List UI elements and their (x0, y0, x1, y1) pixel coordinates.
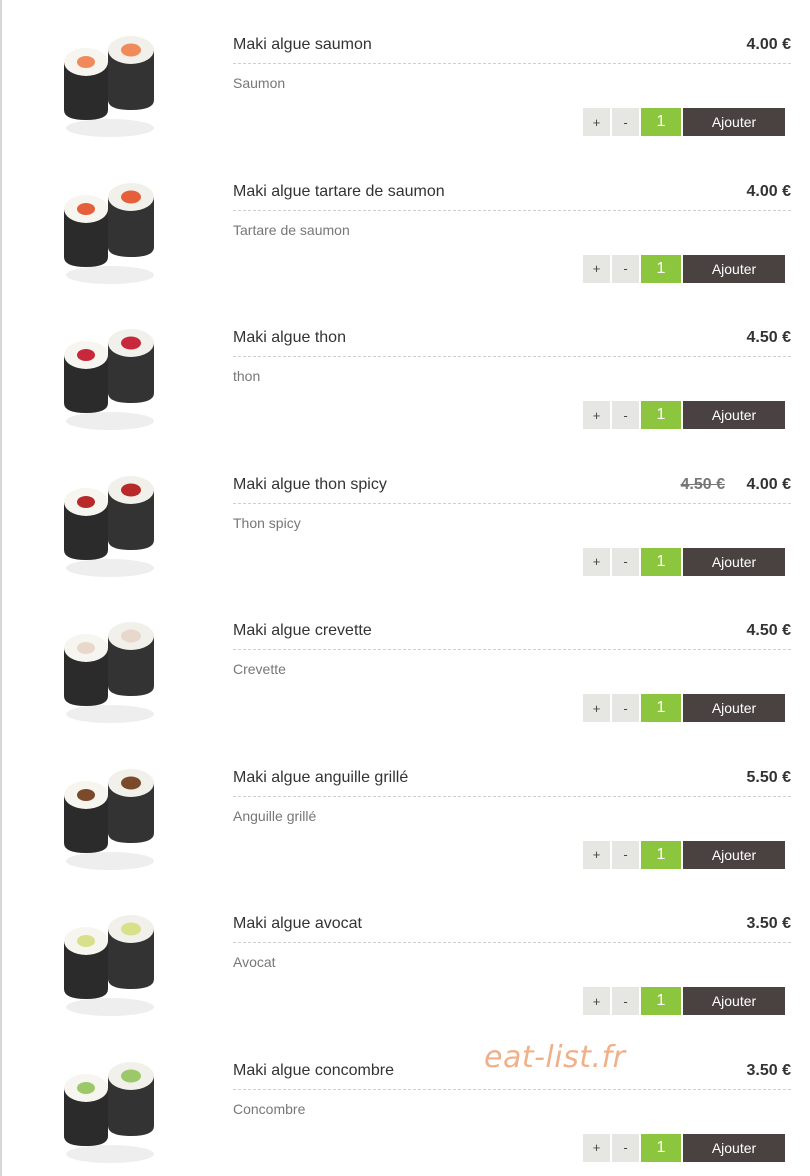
decrement-button[interactable]: - (612, 547, 639, 576)
item-name: Maki algue crevette (233, 622, 372, 639)
maki-image (58, 468, 162, 580)
quantity-controls: + - 1 Ajouter (583, 694, 785, 722)
item-description: Anguille grillé (233, 807, 317, 824)
item-description: Crevette (233, 661, 286, 677)
item-name: Maki algue saumon (233, 36, 372, 53)
quantity-controls: + - 1 Ajouter (583, 108, 785, 136)
quantity-controls: + - 1 Ajouter (583, 401, 785, 429)
quantity-field[interactable]: 1 (641, 401, 681, 429)
item-price: 4.00 € (746, 36, 791, 53)
decrement-button[interactable]: - (612, 987, 639, 1015)
add-to-cart-button[interactable]: Ajouter (683, 254, 785, 283)
quantity-controls: + - 1 Ajouter (583, 840, 785, 869)
item-price: 3.50 € (746, 1061, 791, 1079)
increment-button[interactable]: + (583, 108, 610, 136)
decrement-button[interactable]: - (612, 401, 639, 429)
add-to-cart-button[interactable]: Ajouter (683, 1133, 785, 1162)
divider (233, 356, 791, 357)
item-price: 4.00 € (746, 182, 791, 200)
divider (233, 942, 791, 943)
quantity-field[interactable]: 1 (641, 1133, 681, 1162)
item-price: 3.50 € (746, 915, 791, 932)
item-price: 5.50 € (746, 768, 791, 786)
item-name: Maki algue concombre (233, 1061, 394, 1079)
quantity-field[interactable]: 1 (641, 108, 681, 136)
item-price: 4.00 € (746, 475, 791, 493)
divider (233, 502, 791, 504)
quantity-field[interactable]: 1 (641, 840, 681, 869)
increment-button[interactable]: + (583, 401, 610, 429)
divider (233, 1088, 791, 1090)
decrement-button[interactable]: - (612, 254, 639, 283)
watermark: eat-list.fr (484, 1040, 626, 1075)
add-to-cart-button[interactable]: Ajouter (683, 694, 785, 722)
quantity-controls: + - 1 Ajouter (583, 547, 785, 576)
divider (233, 63, 791, 64)
maki-image (58, 761, 162, 873)
add-to-cart-button[interactable]: Ajouter (683, 108, 785, 136)
add-to-cart-button[interactable]: Ajouter (683, 547, 785, 576)
maki-image (58, 1054, 162, 1166)
add-to-cart-button[interactable]: Ajouter (683, 840, 785, 869)
decrement-button[interactable]: - (612, 108, 639, 136)
item-price: 4.50 € (746, 622, 791, 639)
divider (233, 795, 791, 797)
item-description: Avocat (233, 954, 276, 970)
menu-item: Maki algue concombre 3.50 € Concombre + … (0, 1026, 810, 1173)
decrement-button[interactable]: - (612, 840, 639, 869)
item-name: Maki algue thon spicy (233, 475, 387, 493)
menu-list: Maki algue saumon 4.00 € Saumon + - 1 Aj… (0, 0, 810, 1172)
old-price: 4.50 € (680, 475, 725, 493)
quantity-field[interactable]: 1 (641, 547, 681, 576)
quantity-controls: + - 1 Ajouter (583, 254, 785, 283)
menu-item: Maki algue saumon 4.00 € Saumon + - 1 Aj… (0, 0, 810, 147)
item-description: Thon spicy (233, 514, 301, 531)
add-to-cart-button[interactable]: Ajouter (683, 401, 785, 429)
add-to-cart-button[interactable]: Ajouter (683, 987, 785, 1015)
decrement-button[interactable]: - (612, 1133, 639, 1162)
menu-item: Maki algue avocat 3.50 € Avocat + - 1 Aj… (0, 879, 810, 1026)
maki-image (58, 28, 162, 140)
quantity-field[interactable]: 1 (641, 694, 681, 722)
item-name: Maki algue avocat (233, 915, 362, 932)
item-name: Maki algue tartare de saumon (233, 182, 445, 200)
quantity-controls: + - 1 Ajouter (583, 987, 785, 1015)
increment-button[interactable]: + (583, 254, 610, 283)
quantity-field[interactable]: 1 (641, 987, 681, 1015)
quantity-field[interactable]: 1 (641, 254, 681, 283)
item-description: Saumon (233, 75, 286, 91)
menu-item: Maki algue crevette 4.50 € Crevette + - … (0, 586, 810, 733)
increment-button[interactable]: + (583, 987, 610, 1015)
maki-image (58, 321, 162, 433)
menu-item: Maki algue anguille grillé 5.50 € Anguil… (0, 733, 810, 880)
item-price: 4.50 € (746, 329, 791, 346)
item-description: thon (233, 368, 261, 384)
maki-image (58, 614, 162, 726)
maki-image (58, 907, 162, 1019)
quantity-controls: + - 1 Ajouter (583, 1133, 785, 1162)
item-name: Maki algue anguille grillé (233, 768, 409, 786)
maki-image (58, 175, 162, 287)
menu-item: Maki algue thon 4.50 € thon + - 1 Ajoute… (0, 293, 810, 440)
item-name: Maki algue thon (233, 329, 346, 346)
decrement-button[interactable]: - (612, 694, 639, 722)
divider (233, 649, 791, 650)
increment-button[interactable]: + (583, 547, 610, 576)
increment-button[interactable]: + (583, 840, 610, 869)
increment-button[interactable]: + (583, 1133, 610, 1162)
menu-item: Maki algue thon spicy 4.50 € 4.00 € Thon… (0, 440, 810, 587)
increment-button[interactable]: + (583, 694, 610, 722)
item-description: Concombre (233, 1100, 306, 1117)
item-description: Tartare de saumon (233, 221, 350, 238)
menu-item: Maki algue tartare de saumon 4.00 € Tart… (0, 147, 810, 294)
divider (233, 209, 791, 211)
